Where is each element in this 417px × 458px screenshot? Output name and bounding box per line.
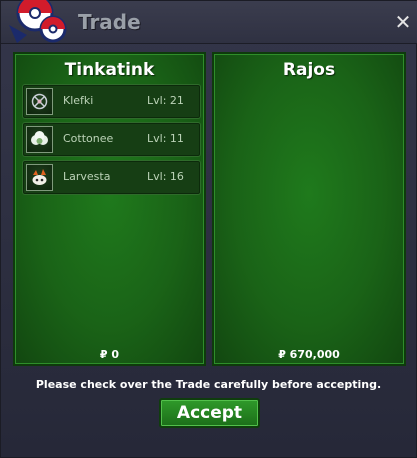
item-level: Lvl: 11 [147, 132, 184, 145]
left-trade-panel: Tinkatink Klefki Lvl: 21 Cottonee Lvl: 1… [13, 52, 206, 366]
larvesta-icon [26, 164, 53, 191]
item-name: Klefki [63, 94, 94, 107]
left-money: ₽ 0 [99, 348, 120, 361]
list-item[interactable]: Cottonee Lvl: 11 [22, 122, 201, 157]
right-money: ₽ 670,000 [278, 348, 340, 361]
title-bar[interactable]: Trade ✕ [1, 0, 417, 44]
klefki-icon [26, 88, 53, 115]
close-button[interactable]: ✕ [392, 11, 414, 33]
trade-notice: Please check over the Trade carefully be… [35, 378, 382, 391]
right-trade-panel: Rajos ₽ 670,000 [212, 52, 406, 366]
item-level: Lvl: 21 [147, 94, 184, 107]
left-player-name: Tinkatink [64, 60, 155, 80]
item-name: Larvesta [63, 170, 111, 183]
window-title: Trade [78, 10, 141, 34]
cottonee-icon [26, 126, 53, 153]
list-item[interactable]: Klefki Lvl: 21 [22, 84, 201, 119]
pokeball-logo-icon [9, 0, 67, 43]
item-level: Lvl: 16 [147, 170, 184, 183]
item-name: Cottonee [63, 132, 114, 145]
close-icon: ✕ [394, 10, 412, 34]
right-player-name: Rajos [282, 60, 336, 80]
list-item[interactable]: Larvesta Lvl: 16 [22, 160, 201, 195]
accept-button[interactable]: Accept [159, 398, 260, 428]
trade-window: Trade ✕ Tinkatink Klefki Lvl: 21 Cottone… [0, 0, 417, 458]
